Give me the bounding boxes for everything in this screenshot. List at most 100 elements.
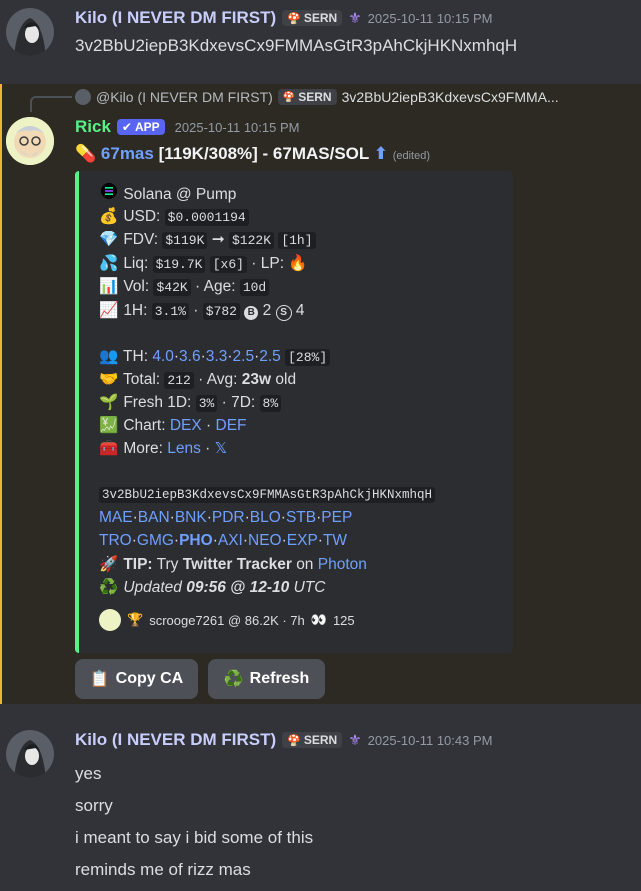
message-lines: yes sorry i meant to say i bid some of t… <box>75 758 313 886</box>
bot-link-axi[interactable]: AXI <box>218 532 243 549</box>
reply-server-tag: 🍄 SERN <box>277 89 337 105</box>
sell-s-icon: S <box>275 305 292 321</box>
avg-suffix: old <box>275 371 297 388</box>
bot-link-pdr[interactable]: PDR <box>212 509 245 526</box>
author-name[interactable]: Kilo (I NEVER DM FIRST) <box>75 730 276 750</box>
h1-label: 1H: <box>123 302 148 319</box>
th-value-3[interactable]: 3.3 <box>206 348 228 365</box>
fresh-1d: 3% <box>195 395 218 412</box>
bot-link-ban[interactable]: BAN <box>138 509 170 526</box>
total-line: 🤝 Total: 212 · Avg: 23w old <box>99 370 296 389</box>
token-link[interactable]: 67mas <box>101 144 154 163</box>
arrow-icon: ➞ <box>211 231 225 248</box>
users-icon: 👥 <box>99 348 119 365</box>
seedling-icon: 🌱 <box>99 394 119 411</box>
mushroom-icon: 🍄 <box>287 12 301 25</box>
toolbox-icon: 🧰 <box>99 440 119 457</box>
headline-text: [119K/308%] - 67MAS/SOL <box>158 144 369 163</box>
timestamp[interactable]: 2025-10-11 10:15 PM <box>368 11 493 26</box>
th-label: TH: <box>123 348 148 365</box>
author-name[interactable]: Rick <box>75 117 111 137</box>
up-arrow-icon: ⬆ <box>373 144 388 163</box>
usd-value: $0.0001194 <box>164 209 249 226</box>
rick-avatar[interactable] <box>6 117 54 165</box>
mushroom-icon: 🍄 <box>287 734 301 747</box>
server-tag-label: SERN <box>303 733 338 747</box>
crest-icon[interactable]: ⚜ <box>348 731 361 749</box>
th-value-4[interactable]: 2.5 <box>233 348 255 365</box>
liq-value: $19.7K <box>152 256 206 273</box>
dex-link[interactable]: DEX <box>170 417 202 434</box>
fresh-7d: 8% <box>259 395 282 412</box>
copy-ca-button[interactable]: 📋 Copy CA <box>75 659 198 699</box>
lp-label: · LP: <box>251 255 285 272</box>
kilo-avatar[interactable] <box>6 730 54 778</box>
tip-label: TIP: <box>123 556 153 573</box>
separator-dot: · <box>193 302 199 319</box>
kilo-avatar[interactable] <box>6 8 54 56</box>
refresh-button[interactable]: ♻️ Refresh <box>208 659 325 699</box>
reply-reference[interactable]: @Kilo (I NEVER DM FIRST) 🍄 SERN 3v2BbU2i… <box>75 89 559 105</box>
app-tag: ✔ APP <box>116 119 165 135</box>
tip-bold: Twitter Tracker <box>182 556 292 573</box>
crest-icon[interactable]: ⚜ <box>348 9 361 27</box>
timestamp[interactable]: 2025-10-11 10:15 PM <box>175 120 300 135</box>
embed-footer: 🏆 scrooge7261 @ 86.2K · 7h 👀 125 <box>99 609 355 631</box>
server-tag[interactable]: 🍄 SERN <box>282 10 343 26</box>
ca-code[interactable]: 3v2BbU2iepB3KdxevsCx9FMMAsGtR3pAhCkjHKNx… <box>99 487 436 503</box>
more-label: More: <box>123 440 163 457</box>
chain-text: Solana @ Pump <box>123 186 237 203</box>
fresh-label: Fresh 1D: <box>123 394 192 411</box>
photon-link[interactable]: Photon <box>318 556 367 573</box>
age-label: · Age: <box>195 278 236 295</box>
footer-text: scrooge7261 @ 86.2K · 7h <box>149 612 305 628</box>
usd-label: USD: <box>123 208 161 225</box>
bot-link-mae[interactable]: MAE <box>99 509 133 526</box>
bot-link-pep[interactable]: PEP <box>321 509 352 526</box>
h1-usd: $782 <box>202 303 240 320</box>
liq-label: Liq: <box>123 255 149 272</box>
bot-link-tw[interactable]: TW <box>323 532 347 549</box>
updated-pre: Updated <box>123 579 182 596</box>
h1-s-count: 4 <box>295 302 305 319</box>
bot-link-blo[interactable]: BLO <box>250 509 281 526</box>
bot-link-bnk[interactable]: BNK <box>175 509 207 526</box>
usd-line: 💰 USD: $0.0001194 <box>99 207 249 226</box>
th-value-1[interactable]: 4.0 <box>152 348 174 365</box>
timestamp[interactable]: 2025-10-11 10:43 PM <box>368 733 493 748</box>
bot-link-neo[interactable]: NEO <box>248 532 282 549</box>
server-tag[interactable]: 🍄 SERN <box>282 732 343 748</box>
recycle-icon: ♻️ <box>99 579 119 596</box>
bot-link-exp[interactable]: EXP <box>287 532 318 549</box>
droplets-icon: 💦 <box>99 255 119 272</box>
reply-text: 3v2BbU2iepB3KdxevsCx9FMMA... <box>341 89 559 105</box>
solana-icon <box>99 183 119 204</box>
message-text: 3v2BbU2iepB3KdxevsCx9FMMAsGtR3pAhCkjHKNx… <box>75 36 518 55</box>
lens-link[interactable]: Lens <box>167 440 201 457</box>
th-value-2[interactable]: 3.6 <box>179 348 201 365</box>
bot-link-pho[interactable]: PHO <box>179 532 213 549</box>
bot-link-tro[interactable]: TRO <box>99 532 132 549</box>
def-link[interactable]: DEF <box>216 417 247 434</box>
trophy-icon: 🏆 <box>127 612 144 627</box>
recycle-icon: ♻️ <box>223 671 244 688</box>
bot-link-gmg[interactable]: GMG <box>137 532 174 549</box>
clipboard-icon: 📋 <box>89 671 110 688</box>
token-embed: Solana @ Pump 💰 USD: $0.0001194 💎 FDV: $… <box>75 171 513 653</box>
edited-label: (edited) <box>392 150 430 162</box>
reply-avatar-icon <box>75 89 91 105</box>
th-value-5[interactable]: 2.5 <box>259 348 281 365</box>
author-name[interactable]: Kilo (I NEVER DM FIRST) <box>75 8 276 28</box>
vol-line: 📊 Vol: $42K · Age: 10d <box>99 277 270 296</box>
chain-line: Solana @ Pump <box>99 183 236 204</box>
updated-line: ♻️ Updated 09:56 @ 12-10 UTC <box>99 578 325 597</box>
x-link[interactable]: 𝕏 <box>215 440 228 457</box>
trending-up-icon: 📈 <box>99 302 119 319</box>
contract-address[interactable]: 3v2BbU2iepB3KdxevsCx9FMMAsGtR3pAhCkjHKNx… <box>99 485 436 503</box>
more-line: 🧰 More: Lens · 𝕏 <box>99 440 228 457</box>
reply-author[interactable]: @Kilo (I NEVER DM FIRST) <box>96 89 273 105</box>
h1-line: 📈 1H: 3.1% · $782 B 2 S 4 <box>99 301 304 321</box>
bot-link-stb[interactable]: STB <box>286 509 316 526</box>
message-kilo-2: Kilo (I NEVER DM FIRST) 🍄 SERN ⚜ 2025-10… <box>0 720 641 891</box>
message-line: sorry <box>75 796 113 815</box>
